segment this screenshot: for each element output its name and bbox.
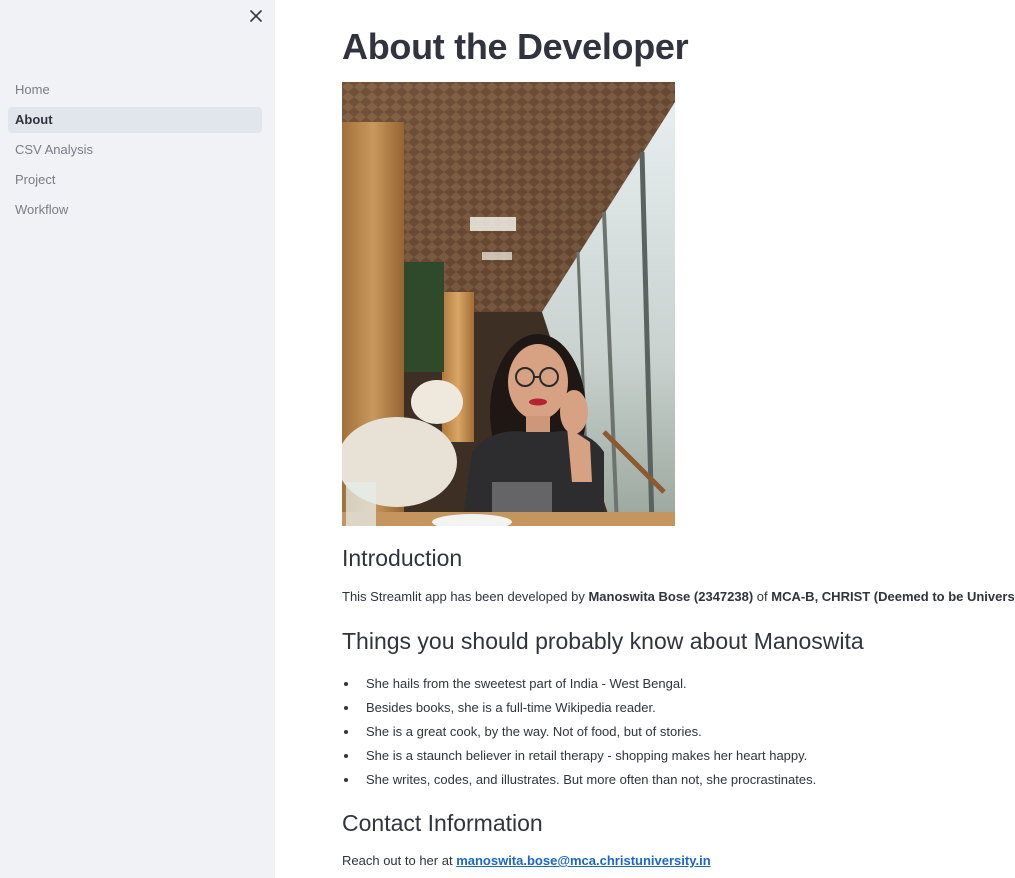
developer-name: Manoswita Bose (2347238): [588, 589, 754, 604]
intro-text-mid: of: [753, 589, 772, 604]
list-item: She hails from the sweetest part of Indi…: [342, 674, 816, 698]
introduction-text: This Streamlit app has been developed by…: [342, 588, 1015, 606]
sidebar-item-home[interactable]: Home: [8, 77, 262, 103]
contact-text: Reach out to her at manoswita.bose@mca.c…: [342, 852, 711, 870]
email-link[interactable]: manoswita.bose@mca.christuniversity.in: [456, 853, 710, 868]
close-icon: [250, 10, 262, 22]
close-sidebar-button[interactable]: [246, 6, 266, 26]
list-item: She writes, codes, and illustrates. But …: [342, 770, 816, 794]
intro-text-before: This Streamlit app has been developed by: [342, 589, 589, 604]
sidebar-nav: Home About CSV Analysis Project Workflow: [8, 77, 262, 227]
sidebar-item-about[interactable]: About: [8, 107, 262, 133]
contact-prefix: Reach out to her at: [342, 853, 457, 868]
developer-photo-illustration: [342, 82, 675, 526]
introduction-heading: Introduction: [342, 545, 463, 571]
institution-name: MCA-B, CHRIST (Deemed to be University): [771, 589, 1015, 604]
contact-heading: Contact Information: [342, 810, 543, 836]
list-item: She is a great cook, by the way. Not of …: [342, 722, 816, 746]
sidebar: Home About CSV Analysis Project Workflow: [0, 0, 275, 878]
sidebar-item-project[interactable]: Project: [8, 167, 262, 193]
sidebar-item-workflow[interactable]: Workflow: [8, 197, 262, 223]
developer-photo: [342, 82, 675, 526]
facts-list: She hails from the sweetest part of Indi…: [342, 674, 816, 794]
things-heading: Things you should probably know about Ma…: [342, 628, 864, 654]
sidebar-item-csv-analysis[interactable]: CSV Analysis: [8, 137, 262, 163]
list-item: Besides books, she is a full-time Wikipe…: [342, 698, 816, 722]
page-title: About the Developer: [342, 26, 689, 67]
list-item: She is a staunch believer in retail ther…: [342, 746, 816, 770]
app-root: Home About CSV Analysis Project Workflow…: [0, 0, 1015, 878]
